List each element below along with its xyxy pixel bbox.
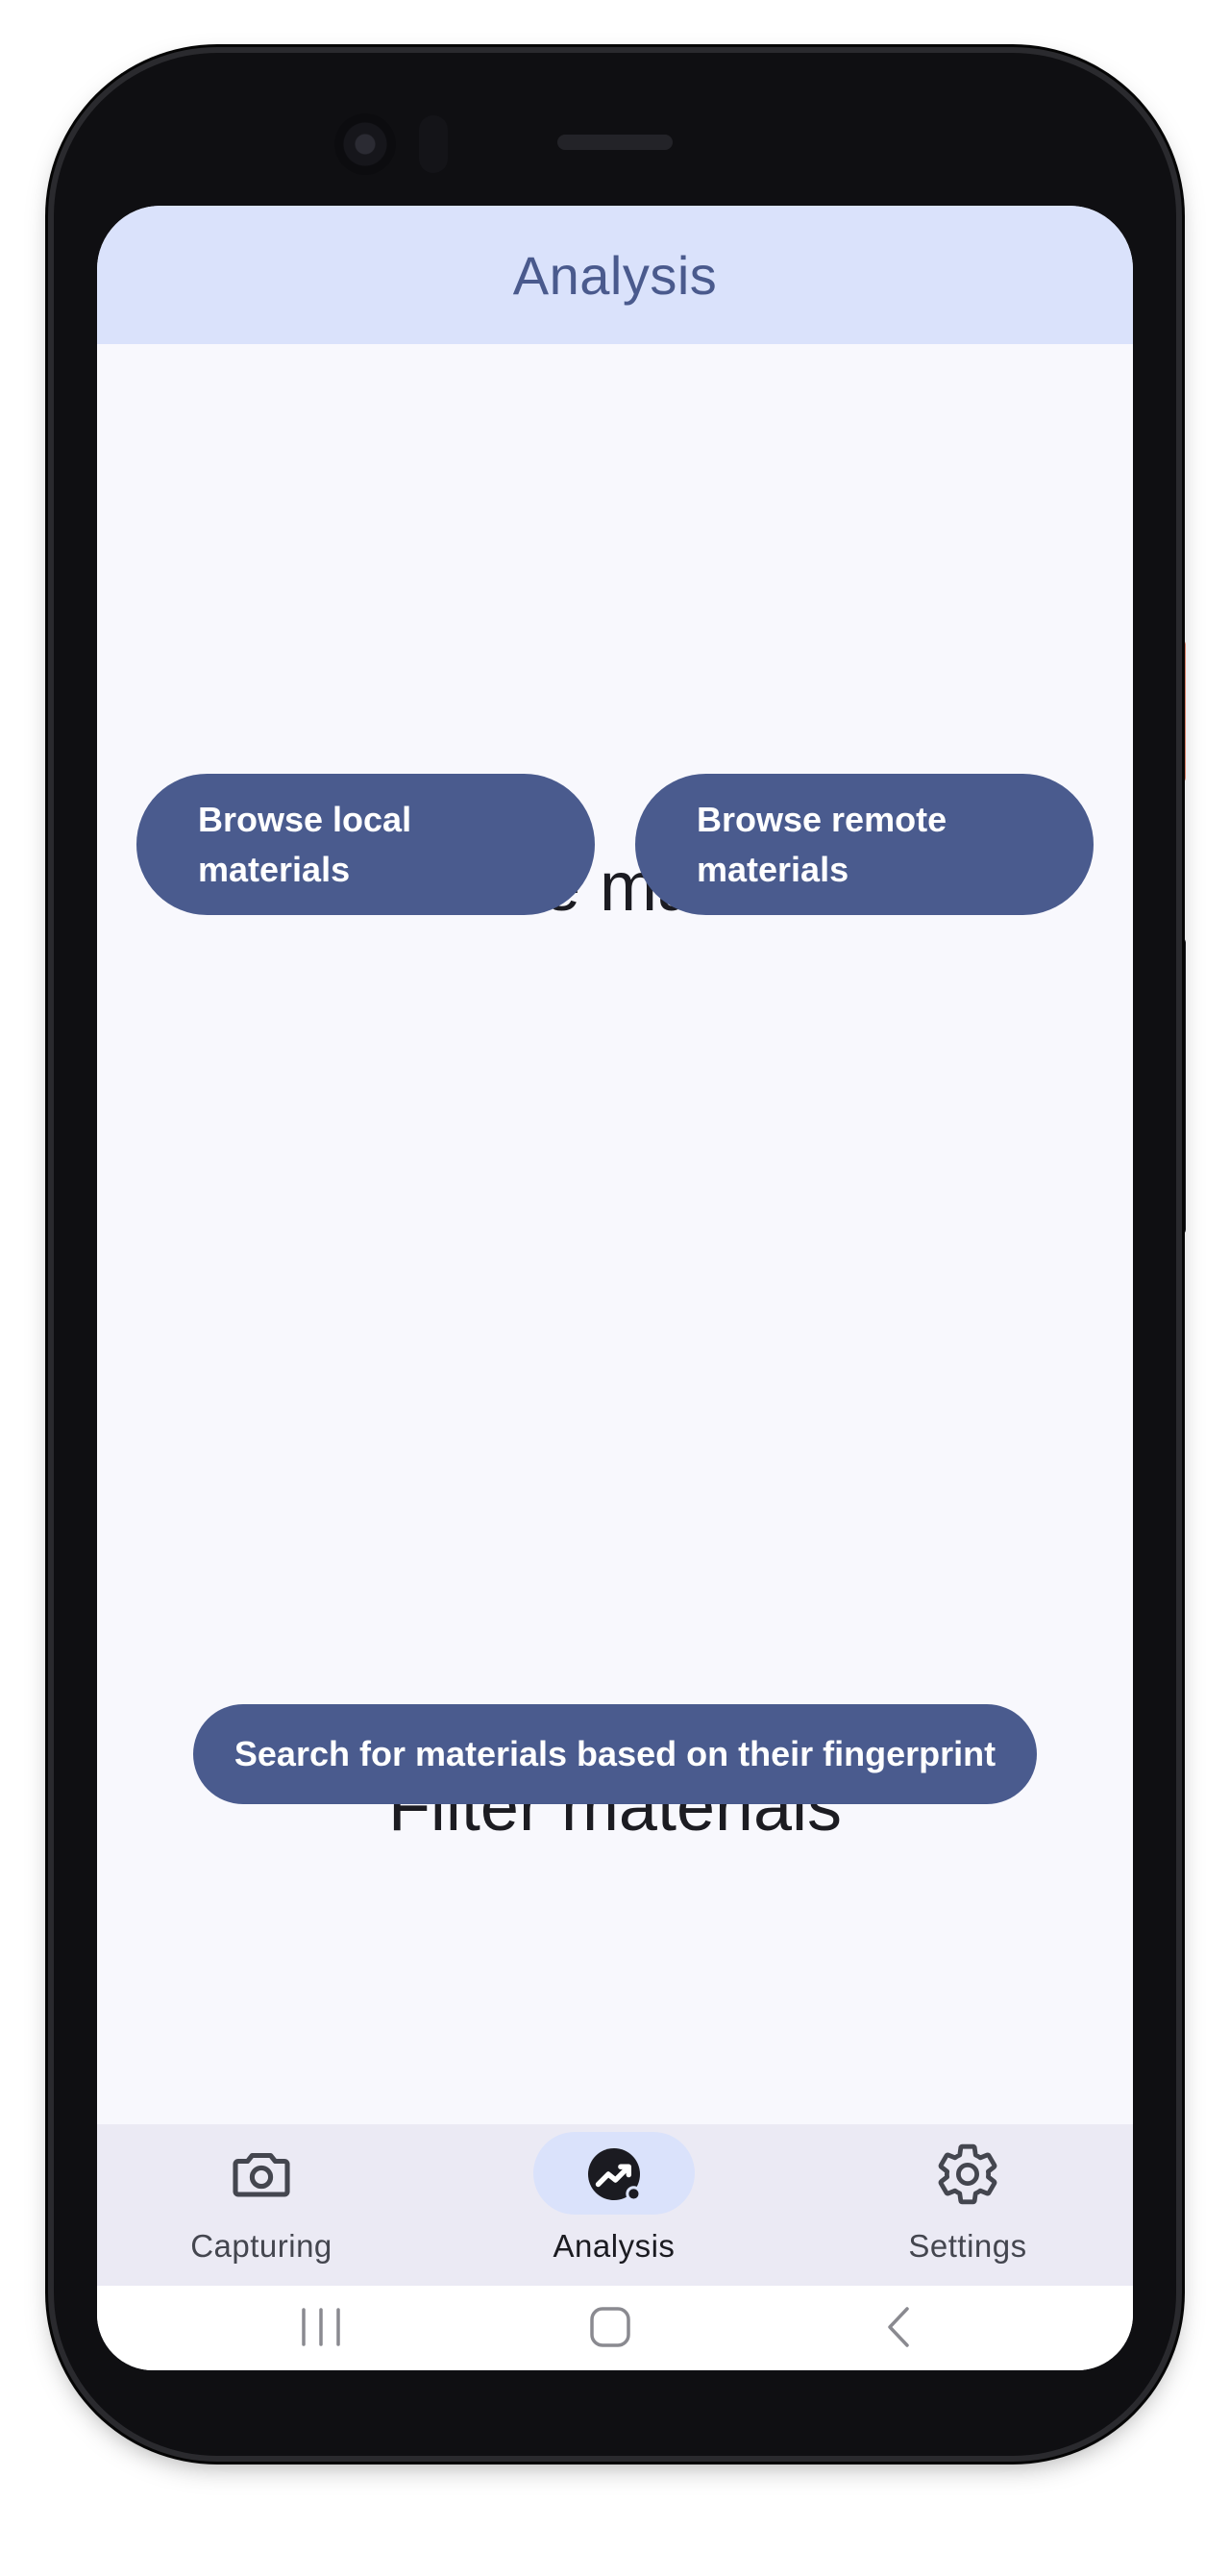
browse-remote-materials-button[interactable]: Browse remote materials <box>635 774 1094 915</box>
nav-item-capturing[interactable]: Capturing <box>117 2124 406 2286</box>
device-stage: Analysis Browse materials Browse local m… <box>0 0 1230 2576</box>
nav-item-analysis[interactable]: Analysis <box>470 2124 758 2286</box>
page-title: Analysis <box>512 244 718 306</box>
browse-local-materials-button[interactable]: Browse local materials <box>136 774 595 915</box>
earpiece-speaker <box>557 135 673 150</box>
front-camera <box>334 113 396 175</box>
back-icon[interactable] <box>842 2293 957 2361</box>
nav-item-settings[interactable]: Settings <box>824 2124 1112 2286</box>
fingerprint-search-button[interactable]: Search for materials based on their fing… <box>193 1704 1037 1804</box>
camera-icon <box>233 2152 290 2197</box>
recents-icon[interactable] <box>263 2293 379 2361</box>
home-icon[interactable] <box>553 2293 668 2361</box>
gear-icon <box>938 2143 997 2205</box>
nav-label-settings: Settings <box>908 2228 1027 2264</box>
nav-label-analysis: Analysis <box>553 2228 676 2264</box>
analytics-icon <box>588 2148 642 2202</box>
top-app-bar: Analysis <box>97 206 1133 344</box>
bottom-navigation-bar: Capturing Analysis Settings <box>97 2124 1133 2286</box>
proximity-sensor <box>419 115 448 173</box>
nav-label-capturing: Capturing <box>190 2228 332 2264</box>
phone-screen: Analysis Browse materials Browse local m… <box>97 206 1133 2370</box>
system-navigation-bar <box>97 2286 1133 2370</box>
